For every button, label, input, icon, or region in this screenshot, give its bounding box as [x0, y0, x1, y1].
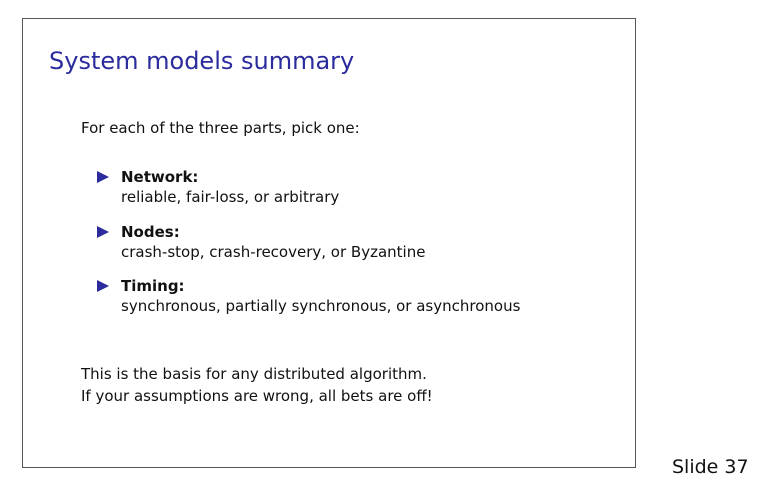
- list-item-heading: Network:: [121, 168, 199, 186]
- list-item-timing: Timing: synchronous, partially synchrono…: [97, 276, 520, 316]
- closing-line: If your assumptions are wrong, all bets …: [81, 387, 433, 405]
- closing-text: This is the basis for any distributed al…: [81, 363, 433, 407]
- triangle-right-icon: [97, 226, 109, 238]
- list-item-network: Network: reliable, fair-loss, or arbitra…: [97, 167, 520, 207]
- slide-number: Slide 37: [672, 456, 749, 478]
- list-item-text: reliable, fair-loss, or arbitrary: [121, 188, 340, 206]
- list-item-text: crash-stop, crash-recovery, or Byzantine: [121, 243, 426, 261]
- triangle-right-icon: [97, 171, 109, 183]
- closing-line: This is the basis for any distributed al…: [81, 365, 427, 383]
- slide-title: System models summary: [49, 47, 355, 75]
- slide-frame: System models summary For each of the th…: [22, 18, 636, 468]
- list-item-heading: Timing:: [121, 277, 185, 295]
- page: System models summary For each of the th…: [0, 0, 767, 495]
- list-item-heading: Nodes:: [121, 223, 180, 241]
- list-item-nodes: Nodes: crash-stop, crash-recovery, or By…: [97, 222, 520, 262]
- triangle-right-icon: [97, 280, 109, 292]
- bullet-list: Network: reliable, fair-loss, or arbitra…: [97, 167, 520, 330]
- list-item-text: synchronous, partially synchronous, or a…: [121, 297, 521, 315]
- intro-text: For each of the three parts, pick one:: [81, 119, 360, 137]
